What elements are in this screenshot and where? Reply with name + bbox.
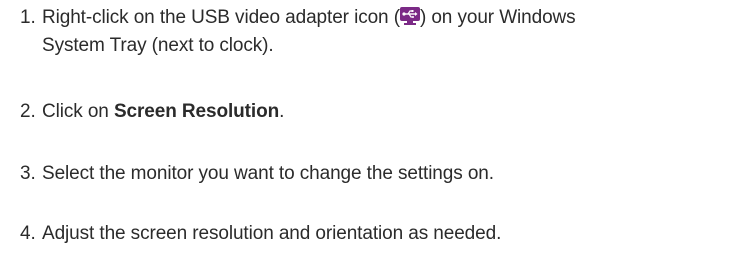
step-text: Adjust the screen resolution and orienta…: [42, 223, 502, 244]
step-text: Click on: [42, 101, 114, 122]
screen-resolution-label: Screen Resolution: [113, 101, 280, 122]
step-text: .: [279, 101, 285, 122]
usb-video-adapter-icon: [399, 6, 420, 25]
step-4: 4. Adjust the screen resolution and orien…: [20, 220, 747, 248]
instruction-steps: 1. Right-click on the USB video adapter i…: [0, 0, 751, 259]
step-number: 4.: [20, 223, 36, 244]
step-text-continuation: System Tray (next to clock).: [42, 35, 274, 56]
step-text: Select the monitor you want to change th…: [42, 163, 494, 184]
step-number: 2.: [20, 101, 36, 122]
step-1: 1. Right-click on the USB video adapter i…: [20, 4, 747, 60]
step-number: 3.: [20, 163, 36, 184]
step-number: 1.: [20, 7, 36, 28]
step-3: 3. Select the monitor you want to change …: [20, 160, 747, 188]
step-2: 2. Click on Screen Resolution.: [20, 98, 747, 126]
step-text: ) on your Windows: [419, 7, 576, 28]
step-text: Right-click on the USB video adapter ico…: [42, 7, 400, 28]
